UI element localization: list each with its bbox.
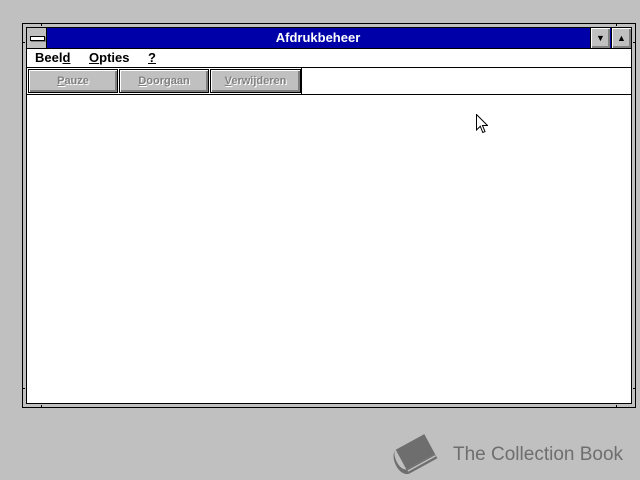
watermark-text: The Collection Book <box>453 444 624 465</box>
menu-opties-label-rest: pties <box>99 50 130 65</box>
maximize-button[interactable]: ▲ <box>611 28 631 48</box>
print-queue-area[interactable] <box>27 95 631 403</box>
menu-help[interactable]: ? <box>148 49 156 67</box>
window-client: Afdrukbeheer ▼ ▲ Beeld Opties ? Pauze Do… <box>26 27 632 404</box>
border-tick <box>633 42 636 43</box>
resume-button[interactable]: Doorgaan <box>119 69 209 93</box>
menu-help-accel: ? <box>148 50 156 65</box>
border-tick <box>41 405 42 408</box>
border-tick <box>633 388 636 389</box>
border-tick <box>616 405 617 408</box>
resume-button-label-rest: oorgaan <box>146 75 190 87</box>
border-tick <box>616 23 617 26</box>
mouse-pointer-icon <box>476 114 488 134</box>
toolbar: Pauze Doorgaan Verwijderen <box>27 68 631 95</box>
menu-opties[interactable]: Opties <box>89 49 129 67</box>
menu-opties-accel: O <box>89 50 100 65</box>
desktop: Afdrukbeheer ▼ ▲ Beeld Opties ? Pauze Do… <box>0 0 640 480</box>
pause-button[interactable]: Pauze <box>28 69 118 93</box>
minimize-icon: ▼ <box>596 33 605 43</box>
menu-beeld-accel: d <box>62 50 71 65</box>
toolbar-button-area: Pauze Doorgaan Verwijderen <box>27 68 302 94</box>
maximize-icon: ▲ <box>617 33 626 43</box>
delete-button[interactable]: Verwijderen <box>210 69 301 93</box>
pause-button-label-rest: auze <box>64 75 89 87</box>
print-manager-window: Afdrukbeheer ▼ ▲ Beeld Opties ? Pauze Do… <box>22 23 636 408</box>
border-tick <box>22 388 25 389</box>
delete-button-label-rest: erwijderen <box>231 75 287 87</box>
book-icon <box>393 434 438 474</box>
title-bar[interactable]: Afdrukbeheer ▼ ▲ <box>27 28 631 49</box>
menu-beeld[interactable]: Beeld <box>35 49 70 67</box>
window-title: Afdrukbeheer <box>275 30 361 45</box>
system-menu-icon[interactable] <box>27 28 47 48</box>
watermark: The Collection Book <box>388 430 638 478</box>
border-tick <box>22 42 25 43</box>
border-tick <box>41 23 42 26</box>
menu-bar: Beeld Opties ? <box>27 49 631 68</box>
minimize-button[interactable]: ▼ <box>590 28 610 48</box>
menu-beeld-label: Beel <box>35 50 63 65</box>
